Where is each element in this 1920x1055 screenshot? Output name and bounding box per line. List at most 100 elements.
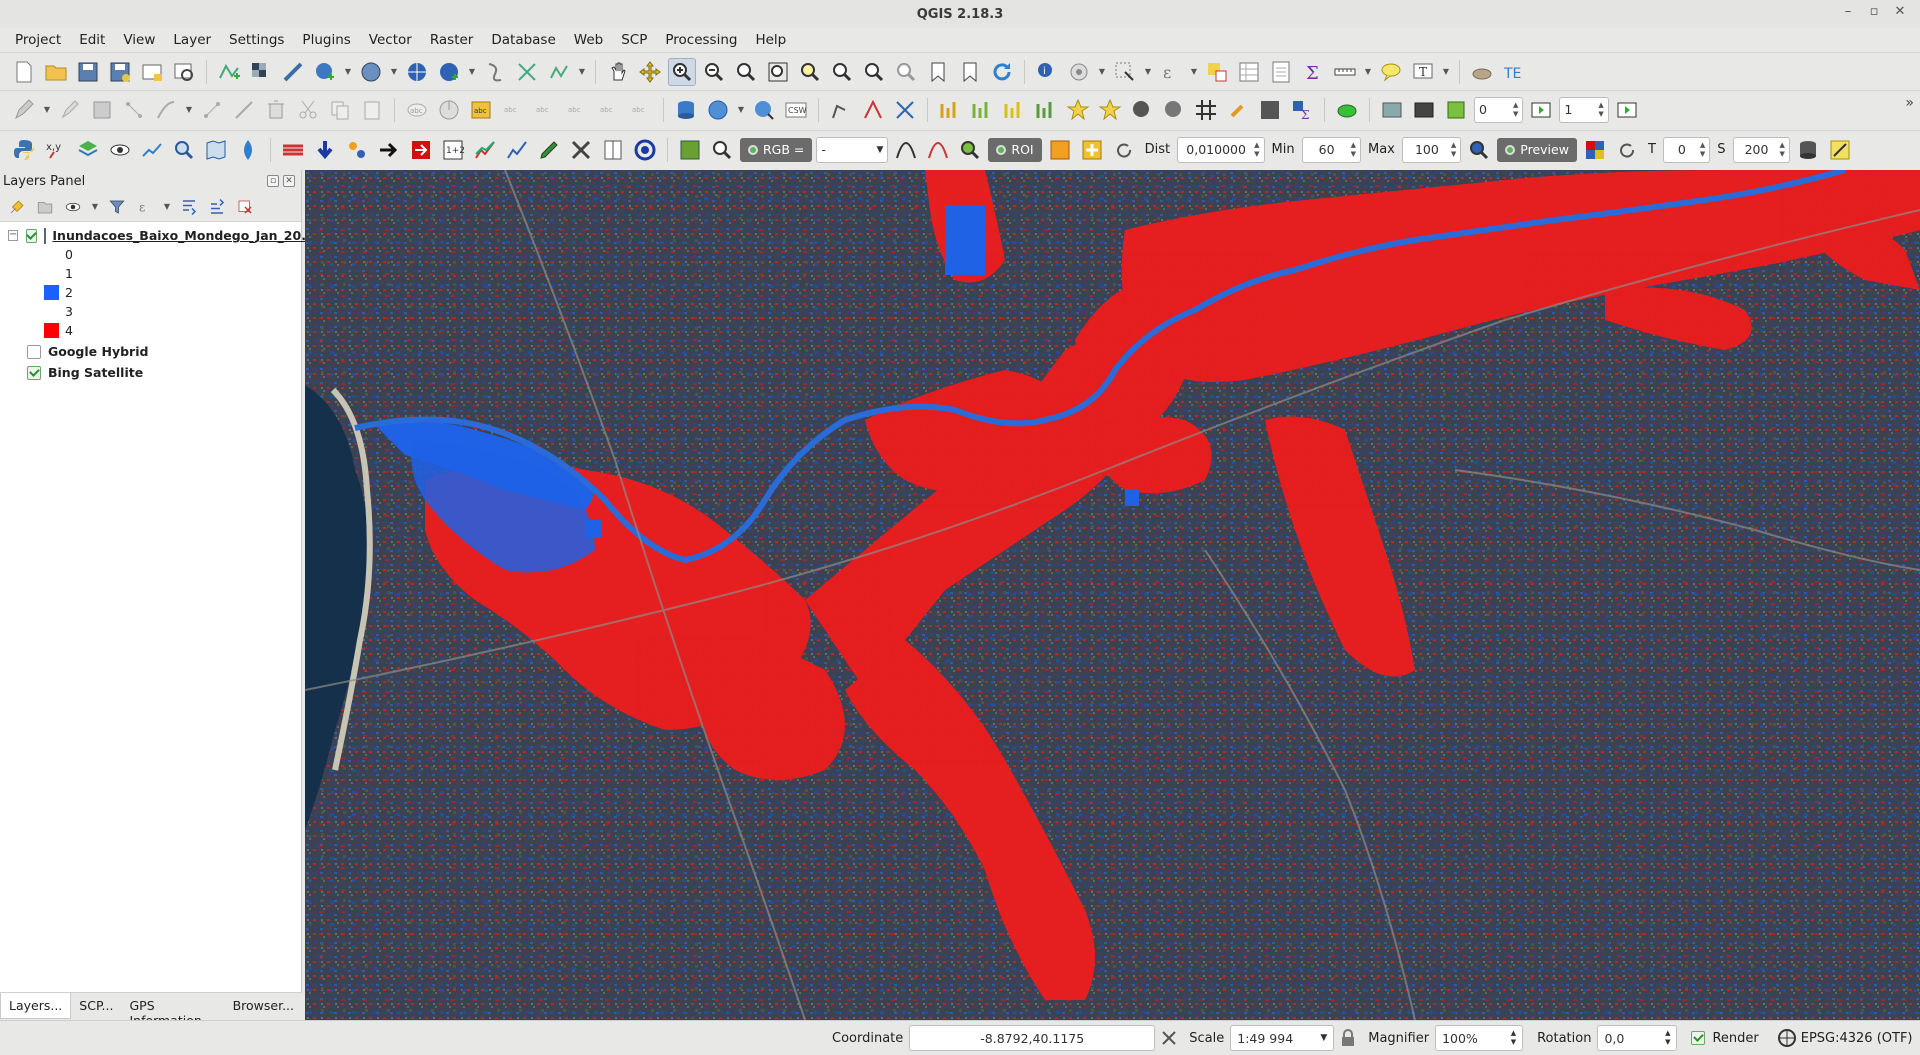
scp-wand-icon[interactable]: [1826, 136, 1854, 164]
menu-view[interactable]: View: [114, 32, 164, 48]
scp-curve-a-icon[interactable]: [892, 136, 920, 164]
scp-preview-zoom-icon[interactable]: [1465, 136, 1493, 164]
open-field-calculator-icon[interactable]: [1267, 58, 1295, 86]
menu-project[interactable]: Project: [6, 32, 70, 48]
new-temp-layer-icon[interactable]: [545, 58, 573, 86]
current-edits-icon[interactable]: [10, 96, 38, 124]
diagram-properties-icon[interactable]: [435, 96, 463, 124]
crs-label[interactable]: EPSG:4326 (OTF): [1801, 1031, 1913, 1046]
scp-preprocessing-icon[interactable]: [375, 136, 403, 164]
layers-stack-icon[interactable]: [74, 136, 102, 164]
preview-toggle[interactable]: Preview: [1497, 137, 1577, 162]
zoom-to-layer-icon[interactable]: [828, 58, 856, 86]
georeference-icon[interactable]: [891, 96, 919, 124]
play-frame-icon[interactable]: [1613, 96, 1641, 124]
zoom-full-icon[interactable]: [764, 58, 792, 86]
menu-edit[interactable]: Edit: [70, 32, 114, 48]
map-sheet-icon[interactable]: [202, 136, 230, 164]
scale-combobox[interactable]: 1:49 994 ▼: [1230, 1025, 1335, 1051]
raster-tool-icon[interactable]: [1256, 96, 1284, 124]
pin-labels-icon[interactable]: abc: [499, 96, 527, 124]
refresh-icon[interactable]: [988, 58, 1016, 86]
float-panel-icon[interactable]: ▫: [267, 175, 279, 187]
film-icon[interactable]: [1410, 96, 1438, 124]
sigma-tool-icon[interactable]: Σ: [1288, 96, 1316, 124]
scp-band-calc-icon[interactable]: 1+2: [439, 136, 467, 164]
style-manager-icon[interactable]: [6, 196, 28, 218]
show-hide-labels-icon[interactable]: abc: [531, 96, 559, 124]
dropdown-arrow-icon[interactable]: ▼: [577, 67, 587, 76]
spin-arrows-icon[interactable]: ▲ ▼: [1513, 101, 1518, 119]
menu-scp[interactable]: SCP: [612, 32, 656, 48]
dropdown-arrow-icon[interactable]: ▼: [162, 202, 172, 211]
node-tool-icon[interactable]: [198, 96, 226, 124]
add-raster-layer-icon[interactable]: [247, 58, 275, 86]
python-console-icon[interactable]: [10, 136, 38, 164]
frame-spinbox[interactable]: 0 ▲ ▼: [1474, 96, 1524, 123]
restore-icon[interactable]: ▫: [1864, 4, 1884, 19]
select-features-icon[interactable]: [1111, 58, 1139, 86]
scp-redo-icon[interactable]: [1110, 136, 1138, 164]
tab-layers[interactable]: Layers...: [0, 993, 72, 1019]
menu-plugins[interactable]: Plugins: [293, 32, 359, 48]
dropdown-arrow-icon[interactable]: ▼: [184, 105, 194, 114]
s-spinbox[interactable]: 200 ▲ ▼: [1732, 136, 1790, 163]
xy-coordinate-icon[interactable]: x,y: [42, 136, 70, 164]
add-group-icon[interactable]: [34, 196, 56, 218]
dropdown-arrow-icon[interactable]: ▼: [467, 67, 477, 76]
run-action-icon[interactable]: [1065, 58, 1093, 86]
plugin-icon[interactable]: TE: [1500, 58, 1528, 86]
new-project-icon[interactable]: [10, 58, 38, 86]
spin-arrows-icon[interactable]: ▲ ▼: [1598, 101, 1603, 119]
rgb-combobox[interactable]: - ▼: [816, 136, 889, 163]
spin-arrows-icon[interactable]: ▲ ▼: [1665, 1029, 1670, 1047]
dropdown-arrow-icon[interactable]: ▼: [389, 67, 399, 76]
digitize-icon[interactable]: [481, 58, 509, 86]
save-project-icon[interactable]: [74, 58, 102, 86]
node-editor-icon[interactable]: [230, 96, 258, 124]
spin-arrows-icon[interactable]: ▲ ▼: [1511, 1029, 1516, 1047]
spin-arrows-icon[interactable]: ▲ ▼: [1700, 141, 1705, 159]
add-delimited-text-icon[interactable]: [435, 58, 463, 86]
add-feature-icon[interactable]: [120, 96, 148, 124]
scp-tools-icon[interactable]: [343, 136, 371, 164]
scp-dock-icon[interactable]: [676, 136, 704, 164]
band-set-icon[interactable]: [1000, 96, 1028, 124]
new-shapefile-icon[interactable]: [513, 58, 541, 86]
step-spinbox[interactable]: 1 ▲ ▼: [1559, 96, 1609, 123]
move-feature-icon[interactable]: [152, 96, 180, 124]
dist-spinbox[interactable]: 0,010000 ▲ ▼: [1177, 136, 1265, 163]
spectral-plot-icon[interactable]: [936, 96, 964, 124]
csw-icon[interactable]: CSW: [782, 96, 810, 124]
layer-name[interactable]: Bing Satellite: [48, 365, 143, 380]
select-by-expression-icon[interactable]: ε: [1157, 58, 1185, 86]
brush-icon[interactable]: [1224, 96, 1252, 124]
spin-arrows-icon[interactable]: ▲ ▼: [1780, 141, 1785, 159]
identify-icon[interactable]: i: [1033, 58, 1061, 86]
scp-curve-b-icon[interactable]: [924, 136, 952, 164]
rgb-toggle[interactable]: RGB =: [740, 137, 813, 162]
scp-pencil-icon[interactable]: [535, 136, 563, 164]
dropdown-arrow-icon[interactable]: ▼: [343, 67, 353, 76]
toggle-editing-icon[interactable]: [56, 96, 84, 124]
profile-tool-icon[interactable]: [138, 136, 166, 164]
rotation-spinbox[interactable]: 0,0 ▲ ▼: [1597, 1025, 1678, 1051]
scp-roi-draw-icon[interactable]: [1046, 136, 1074, 164]
deselect-all-icon[interactable]: [1203, 58, 1231, 86]
zoom-in-icon[interactable]: [668, 57, 696, 86]
polygon-delete-icon[interactable]: [1160, 96, 1188, 124]
scp-zoom-icon[interactable]: [708, 136, 736, 164]
roi-toggle[interactable]: ROI: [988, 137, 1042, 162]
render-checkbox[interactable]: [1691, 1031, 1706, 1045]
water-drop-icon[interactable]: [234, 136, 262, 164]
min-spinbox[interactable]: 60 ▲ ▼: [1301, 136, 1361, 163]
minimize-icon[interactable]: –: [1838, 4, 1858, 19]
change-label-icon[interactable]: abc: [627, 96, 655, 124]
statistical-summary-icon[interactable]: Σ: [1299, 58, 1327, 86]
plugin-cloud-icon[interactable]: [1468, 58, 1496, 86]
new-bookmark-icon[interactable]: [924, 58, 952, 86]
remove-layer-icon[interactable]: [234, 196, 256, 218]
filter-legend-icon[interactable]: [106, 196, 128, 218]
map-image-icon[interactable]: [1378, 96, 1406, 124]
star-plugin-icon[interactable]: [1064, 96, 1092, 124]
